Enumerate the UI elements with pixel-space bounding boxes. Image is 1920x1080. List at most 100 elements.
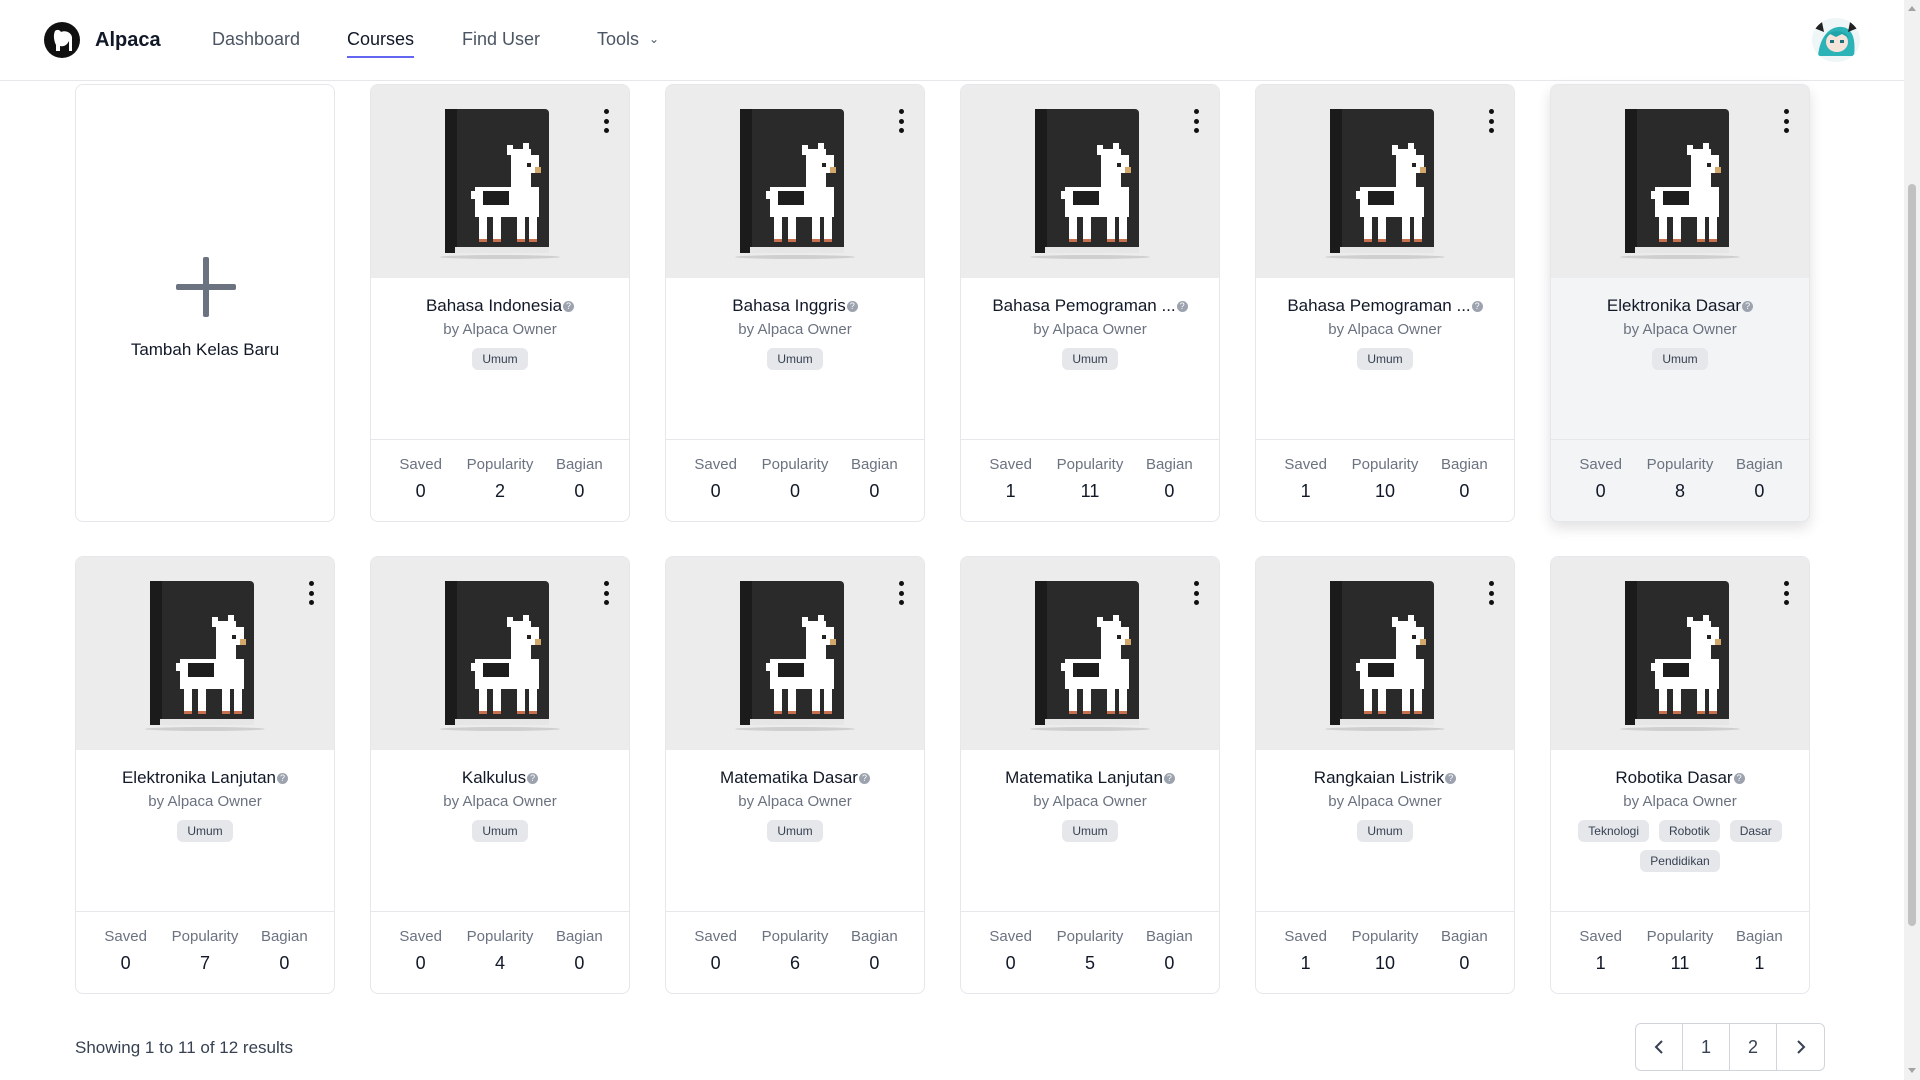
stat-label: Saved <box>104 928 147 945</box>
course-author: by Alpaca Owner <box>1033 321 1147 338</box>
nav-dashboard[interactable]: Dashboard <box>212 29 300 50</box>
stat-saved: Saved 0 <box>86 928 165 993</box>
stat-bagian: Bagian 0 <box>1720 456 1799 521</box>
course-card[interactable]: Elektronika Dasar? by Alpaca Owner Umum … <box>1550 84 1810 522</box>
nav-find-user[interactable]: Find User <box>462 29 540 50</box>
course-card[interactable]: Bahasa Indonesia? by Alpaca Owner Umum S… <box>370 84 630 522</box>
course-title[interactable]: Matematika Dasar? <box>666 768 924 788</box>
more-options-icon[interactable] <box>1783 581 1789 605</box>
course-title[interactable]: Bahasa Pemograman ...? <box>961 296 1219 316</box>
course-title[interactable]: Elektronika Dasar? <box>1551 296 1809 316</box>
alpaca-book-icon <box>730 579 860 736</box>
course-title[interactable]: Robotika Dasar? <box>1551 768 1809 788</box>
tag-badge: Umum <box>1062 348 1118 370</box>
more-options-icon[interactable] <box>1783 109 1789 133</box>
more-options-icon[interactable] <box>1193 109 1199 133</box>
stat-value: 0 <box>869 481 880 501</box>
chevron-left-icon <box>1654 1040 1663 1054</box>
info-icon[interactable]: ? <box>1176 301 1188 312</box>
info-icon[interactable]: ? <box>1742 301 1754 312</box>
course-stats: Saved 0 Popularity 5 Bagian 0 <box>961 911 1219 993</box>
stat-value: 0 <box>1459 481 1470 501</box>
course-card[interactable]: Robotika Dasar? by Alpaca Owner Teknolog… <box>1550 556 1810 994</box>
more-options-icon[interactable] <box>603 109 609 133</box>
stat-label: Bagian <box>850 928 898 945</box>
course-author: by Alpaca Owner <box>1328 321 1442 338</box>
stat-value: 0 <box>710 953 721 973</box>
stat-value: 0 <box>1459 953 1470 973</box>
info-icon[interactable]: ? <box>1471 301 1483 312</box>
course-title[interactable]: Elektronika Lanjutan? <box>76 768 334 788</box>
course-title-text: Matematika Lanjutan <box>1005 768 1163 787</box>
more-options-icon[interactable] <box>898 109 904 133</box>
course-card[interactable]: Bahasa Inggris? by Alpaca Owner Umum Sav… <box>665 84 925 522</box>
info-icon[interactable]: ? <box>563 301 575 312</box>
course-title[interactable]: Bahasa Inggris? <box>666 296 924 316</box>
stat-bagian: Bagian 0 <box>835 456 914 521</box>
info-icon[interactable]: ? <box>527 773 539 784</box>
prev-page-button[interactable] <box>1636 1024 1683 1070</box>
info-icon[interactable]: ? <box>277 773 289 784</box>
info-icon[interactable]: ? <box>858 773 870 784</box>
tag-badge: Umum <box>472 820 528 842</box>
stat-label: Saved <box>1284 456 1327 473</box>
course-author: by Alpaca Owner <box>1623 321 1737 338</box>
course-author: by Alpaca Owner <box>443 793 557 810</box>
course-card[interactable]: Rangkaian Listrik? by Alpaca Owner Umum … <box>1255 556 1515 994</box>
stat-value: 10 <box>1374 481 1395 501</box>
stat-popularity: Popularity 10 <box>1345 456 1424 521</box>
more-options-icon[interactable] <box>898 581 904 605</box>
nav-tools[interactable]: Tools ⌄ <box>597 29 659 50</box>
alpaca-book-icon <box>140 579 270 736</box>
course-card[interactable]: Matematika Lanjutan? by Alpaca Owner Umu… <box>960 556 1220 994</box>
more-options-icon[interactable] <box>603 581 609 605</box>
course-thumbnail <box>371 85 629 278</box>
page-1-button[interactable]: 1 <box>1683 1024 1730 1070</box>
tag-badge: Umum <box>1062 820 1118 842</box>
alpaca-logo-icon <box>44 22 80 58</box>
next-page-button[interactable] <box>1777 1024 1824 1070</box>
alpaca-book-icon <box>1615 107 1745 264</box>
course-title[interactable]: Bahasa Indonesia? <box>371 296 629 316</box>
course-card[interactable]: Bahasa Pemograman ...? by Alpaca Owner U… <box>960 84 1220 522</box>
course-thumbnail <box>1551 85 1809 278</box>
info-icon[interactable]: ? <box>846 301 858 312</box>
course-title[interactable]: Rangkaian Listrik? <box>1256 768 1514 788</box>
course-title-text: Bahasa Inggris <box>732 296 846 315</box>
course-title[interactable]: Matematika Lanjutan? <box>961 768 1219 788</box>
course-stats: Saved 0 Popularity 2 Bagian 0 <box>371 439 629 521</box>
course-card[interactable]: Elektronika Lanjutan? by Alpaca Owner Um… <box>75 556 335 994</box>
info-icon[interactable]: ? <box>1163 773 1175 784</box>
more-options-icon[interactable] <box>1488 581 1494 605</box>
course-title-text: Bahasa Indonesia <box>425 296 563 315</box>
brand[interactable]: Alpaca <box>44 22 161 58</box>
course-card[interactable]: Kalkulus? by Alpaca Owner Umum Saved 0 P… <box>370 556 630 994</box>
scroll-up-arrow-icon[interactable] <box>1908 6 1916 11</box>
more-options-icon[interactable] <box>1193 581 1199 605</box>
course-author: by Alpaca Owner <box>148 793 262 810</box>
stat-value: 0 <box>1754 481 1765 501</box>
scroll-down-arrow-icon[interactable] <box>1908 1068 1916 1073</box>
page-scrollbar[interactable] <box>1904 0 1920 1080</box>
stat-label: Popularity <box>171 928 239 945</box>
scroll-thumb[interactable] <box>1908 184 1916 926</box>
course-title[interactable]: Kalkulus? <box>371 768 629 788</box>
add-course-card[interactable]: Tambah Kelas Baru <box>75 84 335 522</box>
stat-label: Saved <box>399 456 442 473</box>
more-options-icon[interactable] <box>1488 109 1494 133</box>
course-title-text: Rangkaian Listrik <box>1313 768 1445 787</box>
tag-badge: Pendidikan <box>1640 850 1720 872</box>
info-icon[interactable]: ? <box>1445 773 1457 784</box>
info-icon[interactable]: ? <box>1733 773 1745 784</box>
course-card[interactable]: Matematika Dasar? by Alpaca Owner Umum S… <box>665 556 925 994</box>
page-2-button[interactable]: 2 <box>1730 1024 1777 1070</box>
stat-label: Saved <box>989 456 1032 473</box>
course-card[interactable]: Bahasa Pemograman ...? by Alpaca Owner U… <box>1255 84 1515 522</box>
course-thumbnail <box>666 85 924 278</box>
nav-courses[interactable]: Courses <box>347 29 415 58</box>
stat-label: Saved <box>1579 456 1622 473</box>
more-options-icon[interactable] <box>308 581 314 605</box>
stat-saved: Saved 1 <box>1266 928 1345 993</box>
avatar[interactable] <box>1812 18 1860 62</box>
course-title[interactable]: Bahasa Pemograman ...? <box>1256 296 1514 316</box>
